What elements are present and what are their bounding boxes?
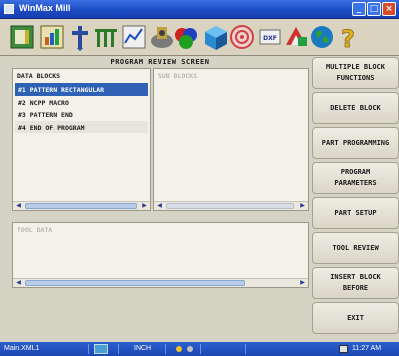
status-yellow-light-icon	[176, 346, 182, 352]
dxf-label: DXF	[263, 35, 277, 42]
maximize-button[interactable]: □	[367, 2, 381, 16]
program-parameters-button[interactable]: PROGRAM PARAMETERS	[312, 162, 399, 194]
status-bar: Main.XML1 INCH 11:27 AM	[0, 342, 399, 356]
tray-network-icon	[339, 345, 348, 353]
data-blocks-header: DATA BLOCKS	[17, 72, 61, 80]
screen-title: PROGRAM REVIEW SCREEN	[110, 58, 210, 66]
status-units: INCH	[134, 345, 152, 352]
list-item[interactable]: #3 PATTERN END	[15, 108, 148, 121]
program-review-panel: PROGRAM REVIEW SCREEN DATA BLOCKS #1 PAT…	[0, 56, 399, 342]
chart-icon[interactable]	[38, 23, 66, 51]
scroll-right-icon[interactable]: ▶	[140, 202, 149, 210]
toolbar: DXF ?	[0, 19, 399, 56]
minimize-button[interactable]: _	[352, 2, 366, 16]
paint-icon[interactable]	[172, 23, 200, 51]
status-clock: 11:27 AM	[352, 345, 382, 352]
horizontal-scrollbar[interactable]: ◀ ▶	[13, 278, 308, 287]
list-item[interactable]: #4 END OF PROGRAM	[15, 120, 148, 133]
function-buttons: MULTIPLE BLOCK FUNCTIONS DELETE BLOCK PA…	[312, 56, 399, 342]
tool-data-panel: TOOL DATA ◀ ▶	[12, 222, 309, 288]
svg-text:?: ?	[341, 25, 355, 51]
scroll-right-icon[interactable]: ▶	[298, 202, 307, 210]
help-icon[interactable]: ?	[334, 23, 362, 51]
window-title: WinMax Mill	[19, 3, 71, 13]
exit-button[interactable]: EXIT	[312, 302, 399, 334]
status-monitor-icon	[94, 344, 108, 354]
app-icon	[4, 4, 14, 14]
part-programming-button[interactable]: PART PROGRAMMING	[312, 127, 399, 159]
tool-icon[interactable]	[66, 23, 94, 51]
file-icon[interactable]	[8, 23, 36, 51]
scroll-thumb[interactable]	[25, 280, 245, 286]
delete-block-button[interactable]: DELETE BLOCK	[312, 92, 399, 124]
list-item[interactable]: #1 PATTERN RECTANGULAR	[15, 83, 148, 96]
scroll-right-icon[interactable]: ▶	[298, 279, 307, 287]
status-gray-light-icon	[187, 346, 193, 352]
scroll-left-icon[interactable]: ◀	[14, 279, 23, 287]
tool-review-button[interactable]: TOOL REVIEW	[312, 232, 399, 264]
data-blocks-list: #1 PATTERN RECTANGULAR #2 NCPP MACRO #3 …	[15, 83, 148, 133]
status-file: Main.XML1	[4, 345, 40, 352]
sub-blocks-panel: SUB BLOCKS ◀ ▶	[153, 68, 309, 211]
multi-tool-icon[interactable]	[92, 23, 120, 51]
close-button[interactable]: ×	[382, 2, 396, 16]
dxf-icon[interactable]: DXF	[256, 23, 284, 51]
data-blocks-panel: DATA BLOCKS #1 PATTERN RECTANGULAR #2 NC…	[12, 68, 151, 211]
cad-icon[interactable]	[282, 23, 310, 51]
scroll-left-icon[interactable]: ◀	[155, 202, 164, 210]
globe-icon[interactable]	[308, 23, 336, 51]
horizontal-scrollbar[interactable]: ◀ ▶	[154, 201, 308, 210]
scroll-left-icon[interactable]: ◀	[14, 202, 23, 210]
horizontal-scrollbar[interactable]: ◀ ▶	[13, 201, 150, 210]
target-icon[interactable]	[228, 23, 256, 51]
scroll-thumb[interactable]	[166, 203, 294, 209]
multiple-block-functions-button[interactable]: MULTIPLE BLOCK FUNCTIONS	[312, 57, 399, 89]
cube-icon[interactable]	[202, 23, 230, 51]
scroll-thumb[interactable]	[25, 203, 137, 209]
insert-block-before-button[interactable]: INSERT BLOCK BEFORE	[312, 267, 399, 299]
list-item[interactable]: #2 NCPP MACRO	[15, 96, 148, 109]
window-title-bar: WinMax Mill _ □ ×	[0, 0, 399, 19]
graph-icon[interactable]	[120, 23, 148, 51]
sub-blocks-header: SUB BLOCKS	[158, 72, 198, 80]
part-setup-button[interactable]: PART SETUP	[312, 197, 399, 229]
tool-data-header: TOOL DATA	[17, 226, 53, 234]
